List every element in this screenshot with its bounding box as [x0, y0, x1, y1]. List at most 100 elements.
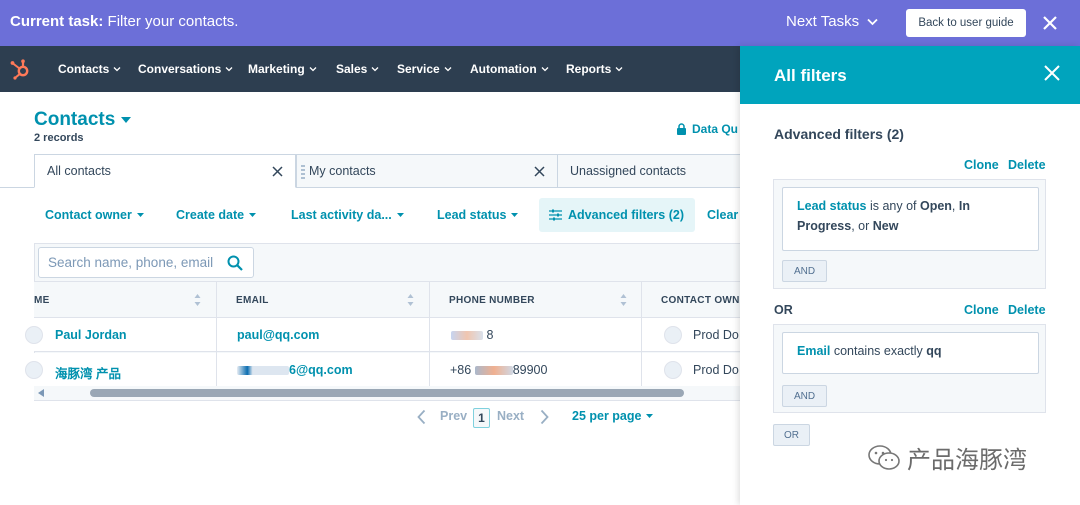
- filter-create-date[interactable]: Create date: [176, 208, 257, 222]
- caret-down-icon: [511, 213, 519, 217]
- back-to-guide-button[interactable]: Back to user guide: [906, 9, 1026, 37]
- close-icon[interactable]: [272, 166, 283, 177]
- chevron-down-icon: [113, 67, 121, 72]
- sliders-icon: [549, 209, 562, 221]
- tab-all-contacts[interactable]: All contacts: [34, 154, 296, 188]
- add-or-group-button[interactable]: OR: [773, 424, 810, 446]
- clone-group-button[interactable]: Clone: [964, 158, 999, 172]
- chevron-down-icon: [541, 67, 549, 72]
- column-header-phone[interactable]: PHONE NUMBER: [449, 295, 535, 306]
- nav-reports[interactable]: Reports: [566, 62, 623, 76]
- record-count: 2 records: [34, 132, 84, 144]
- watermark: 产品海豚湾: [867, 440, 1027, 475]
- close-icon[interactable]: [1044, 65, 1060, 81]
- column-divider: [641, 281, 642, 386]
- table-row[interactable]: Paul Jordan paul@qq.com 8 Prod Do: [25, 318, 740, 352]
- contact-owner: Prod Do: [693, 328, 739, 342]
- owner-avatar: [664, 361, 682, 379]
- close-icon[interactable]: [1040, 13, 1060, 33]
- contact-owner: Prod Do: [693, 363, 739, 377]
- caret-down-icon: [136, 213, 144, 217]
- nav-conversations[interactable]: Conversations: [138, 62, 233, 76]
- search-input[interactable]: [48, 255, 218, 270]
- redacted-text: [474, 366, 513, 376]
- sort-icon[interactable]: [620, 293, 627, 307]
- nav-marketing[interactable]: Marketing: [248, 62, 317, 76]
- task-banner: Current task: Filter your contacts. Next…: [0, 0, 1080, 46]
- tab-my-contacts[interactable]: My contacts: [296, 154, 558, 188]
- panel-title: All filters: [774, 66, 847, 85]
- nav-contacts[interactable]: Contacts: [58, 62, 121, 76]
- and-button[interactable]: AND: [782, 260, 827, 282]
- drag-handle-icon[interactable]: [301, 164, 305, 180]
- close-icon[interactable]: [534, 166, 545, 177]
- filter-last-activity[interactable]: Last activity da...: [291, 208, 404, 222]
- contact-email-link[interactable]: 6@qq.com: [237, 363, 353, 377]
- table-row[interactable]: 海豚湾 产品 6@qq.com +86 89900 Prod Do: [25, 353, 740, 387]
- clone-group-button[interactable]: Clone: [964, 303, 999, 317]
- delete-group-button[interactable]: Delete: [1008, 158, 1046, 172]
- contact-phone: 8: [451, 328, 493, 342]
- column-header-owner[interactable]: CONTACT OWN: [661, 295, 740, 306]
- chevron-down-icon: [225, 67, 233, 72]
- nav-sales[interactable]: Sales: [336, 62, 379, 76]
- tab-unassigned-contacts[interactable]: Unassigned contacts: [557, 154, 747, 188]
- and-button[interactable]: AND: [782, 385, 827, 407]
- clear-filters-link[interactable]: Clear: [707, 208, 738, 222]
- advanced-filters-button[interactable]: Advanced filters (2): [539, 198, 695, 232]
- page-title: Contacts: [34, 109, 116, 130]
- caret-down-icon: [396, 213, 404, 217]
- redacted-text: [451, 331, 483, 341]
- filter-contact-owner[interactable]: Contact owner: [45, 208, 144, 222]
- prev-page-button[interactable]: Prev: [440, 409, 467, 423]
- column-divider: [216, 281, 217, 386]
- chevron-left-icon[interactable]: [417, 409, 426, 425]
- advanced-filters-heading: Advanced filters (2): [774, 126, 904, 142]
- all-filters-panel: All filters Advanced filters (2) Clone D…: [740, 46, 1080, 505]
- search-box: [38, 247, 254, 278]
- nav-service[interactable]: Service: [397, 62, 452, 76]
- filter-group: Lead status is any of Open, In Progress,…: [773, 179, 1046, 289]
- search-icon[interactable]: [227, 255, 243, 271]
- lock-icon: [677, 123, 686, 135]
- contact-email-link[interactable]: paul@qq.com: [237, 328, 319, 342]
- current-task: Current task: Filter your contacts.: [10, 13, 239, 30]
- chevron-down-icon: [309, 67, 317, 72]
- chevron-right-icon[interactable]: [540, 409, 549, 425]
- chevron-down-icon: [867, 18, 878, 25]
- next-tasks-dropdown[interactable]: Next Tasks: [786, 13, 878, 30]
- contact-phone: +86 89900: [450, 363, 548, 377]
- filter-group: Email contains exactly qq AND: [773, 324, 1046, 413]
- data-quality-link[interactable]: Data Qu: [676, 122, 738, 136]
- sort-icon[interactable]: [407, 293, 414, 307]
- filter-rule-email[interactable]: Email contains exactly qq: [782, 332, 1039, 374]
- nav-automation[interactable]: Automation: [470, 62, 549, 76]
- contact-name-link[interactable]: 海豚湾 产品: [55, 363, 121, 382]
- per-page-dropdown[interactable]: 25 per page: [572, 409, 654, 423]
- column-header-email[interactable]: EMAIL: [236, 295, 269, 306]
- next-page-button[interactable]: Next: [497, 409, 524, 423]
- scrollbar-thumb[interactable]: [90, 389, 684, 397]
- avatar: [25, 326, 43, 344]
- column-divider: [429, 281, 430, 386]
- wechat-icon: [868, 444, 900, 470]
- object-selector[interactable]: Contacts: [34, 109, 132, 131]
- current-task-text: Filter your contacts.: [107, 13, 239, 30]
- caret-down-icon: [249, 213, 257, 217]
- horizontal-scrollbar[interactable]: [34, 386, 740, 400]
- panel-header: All filters: [740, 46, 1080, 104]
- table-header: ME EMAIL PHONE NUMBER CONTACT OWN: [34, 281, 740, 318]
- next-tasks-label: Next Tasks: [786, 13, 860, 30]
- filter-rule-lead-status[interactable]: Lead status is any of Open, In Progress,…: [782, 187, 1039, 251]
- current-page[interactable]: 1: [473, 408, 490, 428]
- sort-icon[interactable]: [194, 293, 201, 307]
- caret-down-icon: [121, 117, 132, 123]
- chevron-down-icon: [615, 67, 623, 72]
- owner-avatar: [664, 326, 682, 344]
- delete-group-button[interactable]: Delete: [1008, 303, 1046, 317]
- filter-lead-status[interactable]: Lead status: [437, 208, 519, 222]
- contact-name-link[interactable]: Paul Jordan: [55, 328, 127, 342]
- arrow-left-icon[interactable]: [38, 389, 44, 397]
- hubspot-logo-icon[interactable]: [8, 57, 32, 81]
- column-header-name[interactable]: ME: [34, 295, 50, 306]
